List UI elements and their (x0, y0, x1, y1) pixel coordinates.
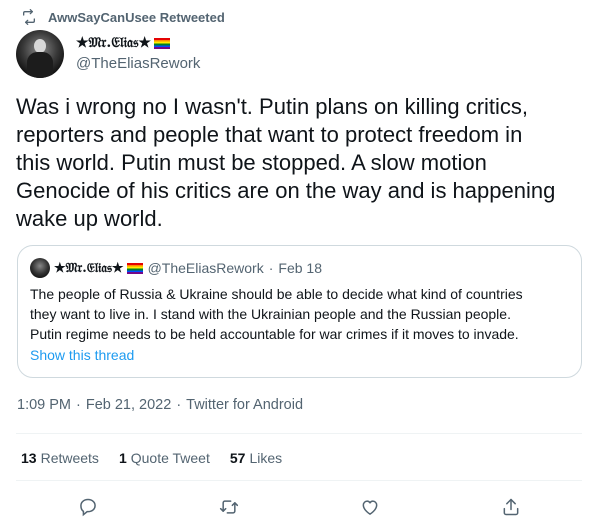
quoted-tweet[interactable]: ★𝔐𝔯.𝔈𝔩𝔦𝔞𝔰★ @TheEliasRework · Feb 18 The … (17, 245, 582, 378)
likes-count: 57 (229, 450, 246, 466)
divider (16, 480, 582, 481)
tweet-source[interactable]: Twitter for Android (186, 397, 303, 413)
retweet-button[interactable] (211, 492, 247, 522)
divider (16, 433, 582, 434)
like-button[interactable] (352, 492, 388, 522)
quote-tweets-stat[interactable]: 1 Quote Tweet (119, 450, 210, 466)
rainbow-flag-icon (126, 262, 143, 274)
likes-label: Likes (249, 450, 283, 466)
retweets-stat[interactable]: 13 Retweets (21, 450, 99, 466)
retweet-icon (20, 8, 38, 26)
retweet-context[interactable]: AwwSayCanUsee Retweeted (20, 8, 225, 26)
quoted-text-line: they want to live in. I stand with the U… (30, 306, 511, 322)
quoted-tweet-text: The people of Russia & Ukraine should be… (30, 284, 569, 344)
avatar-head-shape (34, 39, 46, 53)
share-button[interactable] (493, 492, 529, 522)
quoted-text-line: Putin regime needs to be held accountabl… (30, 326, 519, 342)
quoted-tweet-header: ★𝔐𝔯.𝔈𝔩𝔦𝔞𝔰★ @TheEliasRework · Feb 18 (30, 258, 569, 278)
quoted-separator: · (268, 260, 274, 276)
tweet-time[interactable]: 1:09 PM (17, 397, 71, 413)
like-icon (362, 500, 378, 515)
share-icon (503, 498, 519, 516)
author-display-name[interactable]: ★𝔐𝔯.𝔈𝔩𝔦𝔞𝔰★ (76, 34, 200, 52)
quoted-date[interactable]: Feb 18 (278, 260, 322, 276)
likes-stat[interactable]: 57 Likes (230, 450, 282, 466)
avatar[interactable] (16, 30, 64, 78)
tweet-text: Was i wrong no I wasn't. Putin plans on … (16, 94, 556, 231)
action-bar (0, 492, 598, 522)
avatar-body-shape (27, 52, 53, 78)
quoted-text-line: The people of Russia & Ukraine should be… (30, 286, 523, 302)
reply-icon (80, 498, 96, 517)
meta-separator: · (176, 397, 182, 413)
author-info[interactable]: ★𝔐𝔯.𝔈𝔩𝔦𝔞𝔰★ @TheEliasRework (76, 34, 200, 72)
quote-tweets-label: Quote Tweet (130, 450, 210, 466)
tweet-meta: 1:09 PM · Feb 21, 2022 · Twitter for And… (17, 397, 303, 413)
rainbow-flag-icon (153, 37, 170, 49)
tweet-date[interactable]: Feb 21, 2022 (86, 397, 171, 413)
author-display-name-text: ★𝔐𝔯.𝔈𝔩𝔦𝔞𝔰★ (76, 35, 151, 51)
retweets-label: Retweets (40, 450, 99, 466)
retweet-context-label: AwwSayCanUsee Retweeted (48, 9, 225, 25)
quoted-display-name[interactable]: ★𝔐𝔯.𝔈𝔩𝔦𝔞𝔰★ (54, 261, 143, 276)
author-handle[interactable]: @TheEliasRework (76, 55, 200, 72)
show-thread-link[interactable]: Show this thread (30, 347, 134, 363)
quoted-avatar[interactable] (30, 258, 50, 278)
reply-button[interactable] (70, 492, 106, 522)
retweets-count: 13 (21, 450, 37, 466)
quoted-handle[interactable]: @TheEliasRework (148, 260, 264, 276)
engagement-stats: 13 Retweets 1 Quote Tweet 57 Likes (21, 450, 302, 466)
retweet-icon (219, 500, 239, 514)
quote-tweets-count: 1 (118, 450, 127, 466)
quoted-display-name-text: ★𝔐𝔯.𝔈𝔩𝔦𝔞𝔰★ (54, 260, 124, 276)
meta-separator: · (76, 397, 81, 413)
